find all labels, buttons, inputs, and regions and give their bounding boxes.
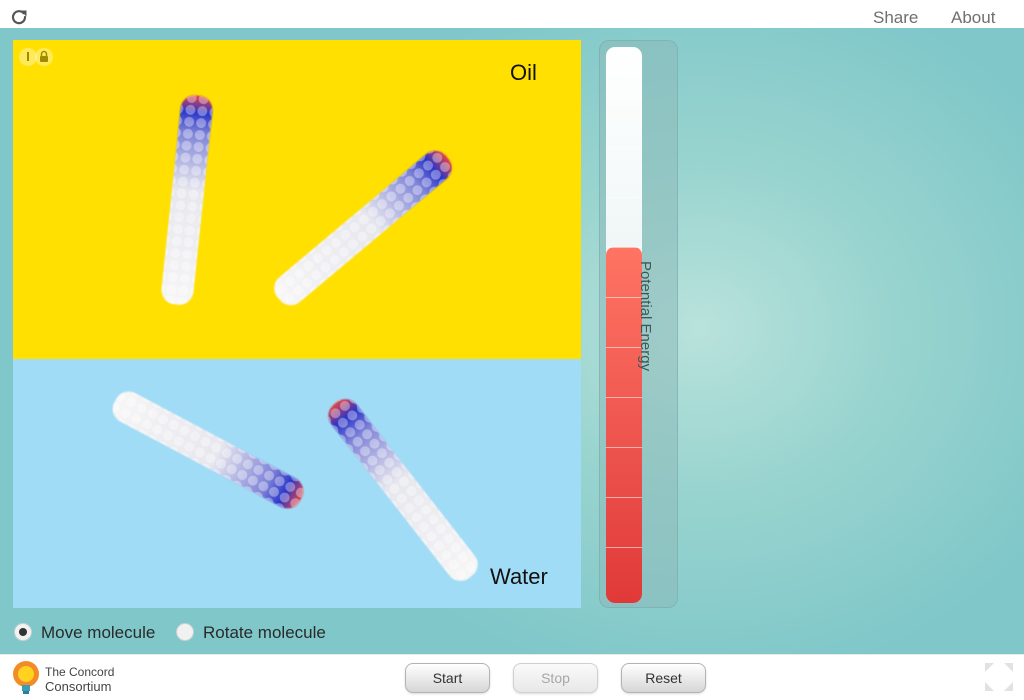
share-link[interactable]: Share (873, 8, 918, 28)
radio-rotate-label: Rotate molecule (203, 623, 326, 642)
reload-icon[interactable] (10, 8, 28, 26)
model-badges (19, 48, 55, 68)
molecule-3[interactable] (108, 387, 308, 514)
molecule-4[interactable] (323, 393, 484, 586)
concord-logo[interactable]: The Concord Consortium (10, 659, 134, 697)
radio-move-indicator[interactable] (14, 623, 32, 641)
stop-button[interactable]: Stop (513, 663, 598, 693)
water-label: Water (490, 564, 548, 589)
start-button[interactable]: Start (405, 663, 490, 693)
lightbulb-logo-icon (13, 661, 39, 694)
potential-energy-meter: Potential Energy (599, 40, 678, 608)
logo-line-2: Consortium (45, 679, 112, 694)
molecules-layer (108, 94, 484, 586)
molecule-1[interactable] (160, 94, 214, 306)
molecule-model-canvas[interactable]: Oil Water (13, 40, 581, 608)
radio-rotate-indicator[interactable] (176, 623, 194, 641)
fullscreen-icon[interactable] (983, 661, 1015, 693)
lock-icon[interactable] (35, 48, 53, 66)
molecule-2[interactable] (268, 145, 457, 311)
potential-energy-label: Potential Energy (637, 261, 654, 372)
reset-button[interactable]: Reset (621, 663, 706, 693)
bottom-bar: The Concord Consortium Start Stop Reset (0, 654, 1024, 700)
logo-line-1: The Concord (45, 665, 115, 679)
oil-label: Oil (510, 60, 537, 85)
radio-move-label: Move molecule (41, 623, 156, 642)
about-link[interactable]: About (951, 8, 995, 28)
